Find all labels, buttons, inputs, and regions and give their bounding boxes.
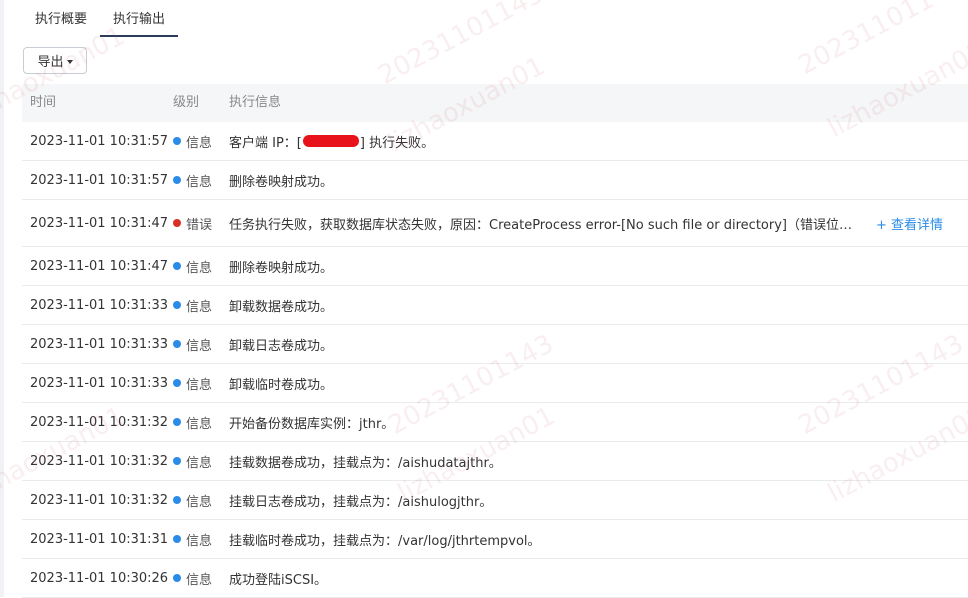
row-time: 2023-11-01 10:31:57 <box>30 133 169 149</box>
log-table: 时间 级别 执行信息 2023-11-01 10:31:57 信息 客户端 IP… <box>22 84 968 598</box>
row-level: 信息 <box>186 416 213 432</box>
export-button[interactable]: 导出 <box>23 47 87 74</box>
table-header: 时间 级别 执行信息 <box>22 84 968 122</box>
row-message: 开始备份数据库实例：jthr。 <box>229 416 395 432</box>
row-time: 2023-11-01 10:31:32 <box>30 492 169 508</box>
header-level: 级别 <box>173 95 200 110</box>
info-dot-icon <box>173 137 181 145</box>
row-time: 2023-11-01 10:31:32 <box>30 453 169 469</box>
row-time: 2023-11-01 10:31:33 <box>30 297 169 313</box>
row-message: 挂载临时卷成功，挂载点为：/var/log/jthrtempvol。 <box>229 533 541 549</box>
caret-down-icon <box>66 59 73 64</box>
table-row: 2023-11-01 10:31:33 信息 卸载日志卷成功。 <box>22 325 968 364</box>
row-message: 挂载日志卷成功，挂载点为：/aishulogjthr。 <box>229 494 493 510</box>
left-edge-strip <box>0 0 4 597</box>
row-message: 成功登陆iSCSI。 <box>229 572 328 588</box>
row-time: 2023-11-01 10:31:47 <box>30 215 169 231</box>
header-time: 时间 <box>30 95 57 110</box>
row-time: 2023-11-01 10:31:57 <box>30 172 169 188</box>
tab-summary[interactable]: 执行概要 <box>22 0 100 37</box>
tab-bar: 执行概要 执行输出 <box>22 0 179 37</box>
watermark-id: 20231101143 <box>373 0 549 91</box>
row-message: 卸载临时卷成功。 <box>229 377 334 393</box>
row-level: 信息 <box>186 174 213 190</box>
table-row: 2023-11-01 10:31:47 信息 删除卷映射成功。 <box>22 247 968 286</box>
error-dot-icon <box>173 219 181 227</box>
redaction-mark <box>302 135 359 147</box>
info-dot-icon <box>173 176 181 184</box>
row-level: 信息 <box>186 572 213 588</box>
row-level: 信息 <box>186 299 213 315</box>
table-row: 2023-11-01 10:31:57 信息 删除卷映射成功。 <box>22 161 968 200</box>
row-message: 卸载数据卷成功。 <box>229 299 334 315</box>
tab-output[interactable]: 执行输出 <box>100 0 179 37</box>
table-row: 2023-11-01 10:31:32 信息 挂载数据卷成功，挂载点为：/ais… <box>22 442 968 481</box>
row-level: 信息 <box>186 260 213 276</box>
row-message: 挂载数据卷成功，挂载点为：/aishudatajthr。 <box>229 455 502 471</box>
row-time: 2023-11-01 10:30:26 <box>30 570 169 586</box>
row-time: 2023-11-01 10:31:32 <box>30 414 169 430</box>
table-row: 2023-11-01 10:31:57 信息 客户端 IP：[] 执行失败。 <box>22 122 968 161</box>
table-row: 2023-11-01 10:31:31 信息 挂载临时卷成功，挂载点为：/var… <box>22 520 968 559</box>
table-row: 2023-11-01 10:31:33 信息 卸载临时卷成功。 <box>22 364 968 403</box>
info-dot-icon <box>173 418 181 426</box>
row-level: 信息 <box>186 135 213 151</box>
row-time: 2023-11-01 10:31:31 <box>30 531 169 547</box>
table-row: 2023-11-01 10:30:26 信息 成功登陆iSCSI。 <box>22 559 968 598</box>
row-message: 删除卷映射成功。 <box>229 174 334 190</box>
info-dot-icon <box>173 379 181 387</box>
info-dot-icon <box>173 574 181 582</box>
info-dot-icon <box>173 301 181 309</box>
table-row: 2023-11-01 10:31:32 信息 开始备份数据库实例：jthr。 <box>22 403 968 442</box>
row-level: 错误 <box>186 217 213 233</box>
header-message: 执行信息 <box>229 95 282 110</box>
row-message: 删除卷映射成功。 <box>229 260 334 276</box>
row-level: 信息 <box>186 533 213 549</box>
row-time: 2023-11-01 10:31:33 <box>30 375 169 391</box>
info-dot-icon <box>173 262 181 270</box>
info-dot-icon <box>173 496 181 504</box>
info-dot-icon <box>173 340 181 348</box>
row-level: 信息 <box>186 494 213 510</box>
row-level: 信息 <box>186 455 213 471</box>
row-time: 2023-11-01 10:31:33 <box>30 336 169 352</box>
table-row: 2023-11-01 10:31:32 信息 挂载日志卷成功，挂载点为：/ais… <box>22 481 968 520</box>
row-message: 卸载日志卷成功。 <box>229 338 334 354</box>
table-row-error: 2023-11-01 10:31:47 错误 任务执行失败，获取数据库状态失败，… <box>22 200 968 247</box>
row-message: 任务执行失败，获取数据库状态失败，原因：CreateProcess error-… <box>229 217 861 233</box>
view-details-link[interactable]: + 查看详情 <box>876 200 943 246</box>
watermark-id: 20231101143 <box>793 0 968 81</box>
info-dot-icon <box>173 535 181 543</box>
export-button-label: 导出 <box>37 55 64 70</box>
row-level: 信息 <box>186 338 213 354</box>
table-row: 2023-11-01 10:31:33 信息 卸载数据卷成功。 <box>22 286 968 325</box>
row-level: 信息 <box>186 377 213 393</box>
info-dot-icon <box>173 457 181 465</box>
row-message: 客户端 IP：[] 执行失败。 <box>229 135 435 151</box>
row-time: 2023-11-01 10:31:47 <box>30 258 169 274</box>
